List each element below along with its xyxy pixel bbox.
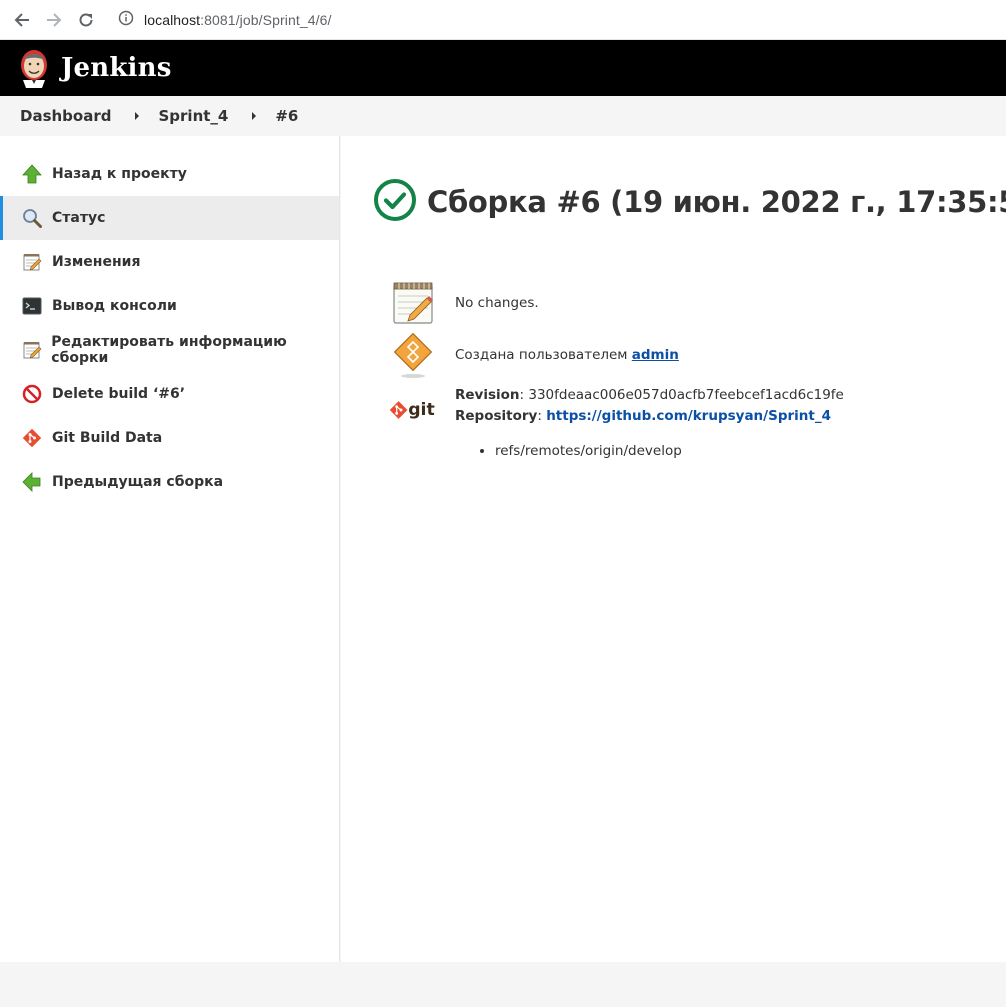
repository-label: Repository [455,408,538,424]
git-revision-section: git Revision: 330fdeaac006e057d0acfb7fee… [389,386,844,462]
revision-line: Revision: 330fdeaac006e057d0acfb7feebcef… [455,387,844,403]
breadcrumb-dashboard[interactable]: Dashboard [20,107,111,125]
build-heading: Сборка #6 (19 июн. 2022 г., 17:35:53) [373,178,1006,226]
up-arrow-icon [21,163,43,185]
list-item: refs/remotes/origin/develop [495,441,844,462]
notepad-icon [21,339,42,361]
breadcrumb-separator-icon[interactable] [135,112,140,120]
sidebar-item-changes[interactable]: Изменения [0,240,339,284]
sidebar-item-status[interactable]: Статус [0,196,339,240]
url-text[interactable]: localhost:8081/job/Sprint_4/6/ [144,12,331,28]
forward-button[interactable] [43,9,65,31]
breadcrumb-sprint-4[interactable]: Sprint_4 [158,107,228,125]
address-bar[interactable]: localhost:8081/job/Sprint_4/6/ [106,3,1006,36]
sidebar-item-label: Предыдущая сборка [52,474,224,490]
jenkins-logo-icon[interactable] [17,48,51,88]
git-icon [21,427,43,449]
jenkins-header: Jenkins [0,40,1006,96]
revision-label: Revision [455,387,520,403]
git-logo-icon: git [389,386,437,434]
back-button[interactable] [11,9,33,31]
repository-line: Repository: https://github.com/krupsyan/… [455,408,831,424]
main-panel: Сборка #6 (19 июн. 2022 г., 17:35:53) No… [341,136,1006,962]
sidebar-item-label: Редактировать информацию сборки [51,334,287,366]
no-entry-icon [21,383,43,405]
terminal-icon [21,295,43,317]
sidebar-item-edit-build-info[interactable]: Редактировать информацию сборки [0,328,339,372]
build-cause: Создана пользователем admin [389,332,679,380]
sidebar-item-label: Вывод консоли [52,298,177,314]
page-title: Сборка #6 (19 июн. 2022 г., 17:35:53) [427,185,1006,219]
sidebar-item-label: Изменения [52,254,141,270]
search-icon [21,207,43,229]
sidebar-item-previous-build[interactable]: Предыдущая сборка [0,460,339,504]
success-check-icon [373,178,417,226]
side-tasks: Назад к проекту Статус Изменения Вывод к… [0,136,339,504]
user-cause-icon [389,332,437,380]
git-details: Revision: 330fdeaac006e057d0acfb7feebcef… [455,385,844,462]
created-by-text: Создана пользователем admin [455,345,679,366]
notepad-icon [389,278,437,326]
side-panel: Назад к проекту Статус Изменения Вывод к… [0,136,340,962]
user-admin-link[interactable]: admin [632,347,679,363]
breadcrumb: Dashboard Sprint_4 #6 [0,96,1006,136]
app-title[interactable]: Jenkins [61,53,172,83]
sidebar-item-label: Назад к проекту [52,166,187,182]
sidebar-item-back-to-project[interactable]: Назад к проекту [0,152,339,196]
sidebar-item-label: Delete build ‘#6’ [52,386,186,402]
sidebar-item-label: Статус [52,210,106,226]
breadcrumb-build-6[interactable]: #6 [275,107,298,125]
reload-button[interactable] [75,9,97,31]
sidebar-item-label: Git Build Data [52,430,163,446]
browser-toolbar: localhost:8081/job/Sprint_4/6/ [0,0,1006,40]
page-footer [0,962,1006,1007]
created-by-label: Создана пользователем [455,347,632,363]
breadcrumb-separator-icon[interactable] [252,112,257,120]
left-arrow-icon [21,471,43,493]
sidebar-item-delete-build[interactable]: Delete build ‘#6’ [0,372,339,416]
branch-list: refs/remotes/origin/develop [455,441,844,462]
info-icon[interactable] [118,10,134,30]
notepad-icon [21,251,43,273]
url-path: :8081/job/Sprint_4/6/ [200,11,332,28]
sidebar-item-git-build-data[interactable]: Git Build Data [0,416,339,460]
url-host: localhost [144,11,201,28]
repository-link[interactable]: https://github.com/krupsyan/Sprint_4 [546,408,831,424]
svg-text:git: git [408,400,435,420]
changes-summary: No changes. [389,278,539,326]
no-changes-text: No changes. [455,295,539,311]
revision-hash: 330fdeaac006e057d0acfb7feebcef1acd6c19fe [528,387,844,403]
sidebar-item-console-output[interactable]: Вывод консоли [0,284,339,328]
